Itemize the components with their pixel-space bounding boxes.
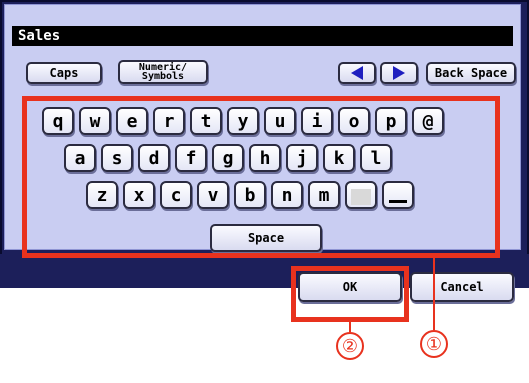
back-space-button[interactable]: Back Space [426, 62, 516, 84]
cursor-right-button[interactable] [380, 62, 418, 84]
callout-1-leader [433, 258, 435, 330]
numeric-symbols-button[interactable]: Numeric/ Symbols [118, 60, 208, 84]
title-input[interactable]: Sales [12, 26, 513, 46]
callout-2: ② [336, 332, 364, 360]
cancel-button[interactable]: Cancel [410, 272, 514, 302]
caps-button[interactable]: Caps [26, 62, 102, 84]
right-arrow-icon [393, 66, 405, 80]
callout-2-leader [349, 322, 351, 332]
callout-1: ① [420, 330, 448, 358]
left-arrow-icon [351, 66, 363, 80]
keyboard-highlight-box [22, 96, 500, 258]
cursor-left-button[interactable] [338, 62, 376, 84]
ok-highlight-box [291, 266, 409, 322]
numeric-label-line2: Symbols [141, 71, 185, 82]
